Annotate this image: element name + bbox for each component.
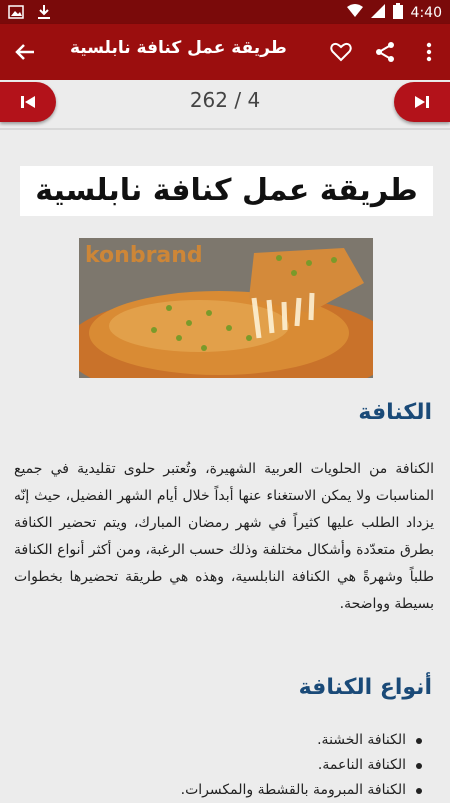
list-item: الكنافة الخشنة. <box>26 728 422 753</box>
app-bar-title: طريقة عمل كنافة نابلسية <box>70 38 287 58</box>
overflow-menu-button[interactable] <box>414 37 444 67</box>
wifi-icon <box>346 4 363 22</box>
back-button[interactable] <box>10 37 40 67</box>
list-item: الكنافة الناعمة. <box>26 753 422 778</box>
download-notification-icon <box>36 4 52 24</box>
share-icon <box>376 42 394 62</box>
section-paragraph: الكنافة من الحلويات العربية الشهيرة، وتُ… <box>14 461 434 612</box>
status-bar: 4:40 <box>0 0 450 24</box>
next-page-button[interactable] <box>394 82 450 122</box>
pager-bar: 262 / 4 <box>0 80 450 124</box>
arrow-left-icon <box>15 44 34 60</box>
image-watermark: konbrand <box>85 243 203 268</box>
kunafa-types-list: الكنافة الخشنة. الكنافة الناعمة. الكنافة… <box>26 728 428 803</box>
section-heading-kunafa: الكنافة <box>358 400 432 425</box>
more-vert-icon <box>426 42 432 62</box>
article-content[interactable]: طريقة عمل كنافة نابلسية konbrand الكنافة… <box>0 130 450 800</box>
favorite-button[interactable] <box>326 37 356 67</box>
battery-icon <box>392 3 403 23</box>
app-bar: طريقة عمل كنافة نابلسية <box>0 24 450 80</box>
article-image: konbrand <box>79 238 373 378</box>
article-title: طريقة عمل كنافة نابلسية <box>20 166 433 216</box>
share-button[interactable] <box>370 37 400 67</box>
image-notification-icon <box>8 4 24 24</box>
section-heading-types: أنواع الكنافة <box>298 675 432 700</box>
list-item: الكنافة المبرومة بالقشطة والمكسرات. <box>26 778 422 803</box>
signal-icon <box>370 4 385 22</box>
clock: 4:40 <box>410 5 442 21</box>
heart-icon <box>330 42 352 62</box>
skip-next-icon <box>415 96 429 108</box>
page-counter: 262 / 4 <box>189 88 261 112</box>
